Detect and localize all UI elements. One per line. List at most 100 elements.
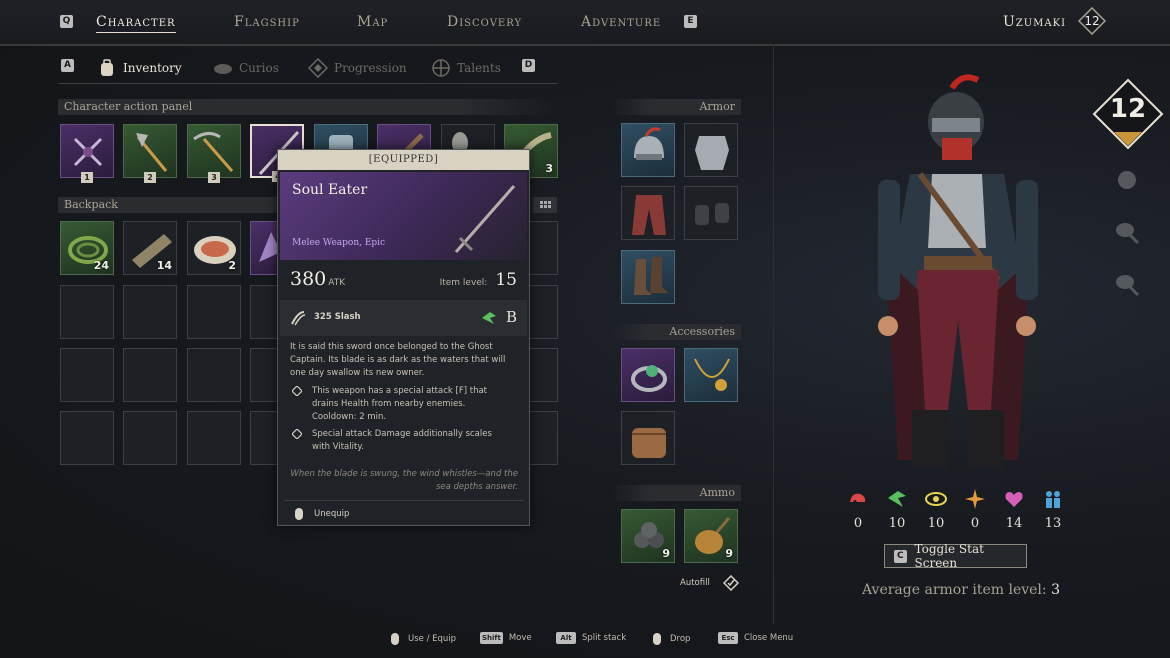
stat-strength-value: 0 [853,516,863,531]
accessory-slot-pouch[interactable] [621,411,675,465]
armor-slot-helmet[interactable] [621,123,675,177]
curios-icon [213,58,233,78]
tab-discovery[interactable]: Discovery [447,14,522,30]
average-armor-level: Average armor item level: 3 [862,582,1060,598]
backpack-slot[interactable] [60,285,114,339]
hint-close-menu: Esc Close Menu [718,632,793,644]
backpack-slot-2[interactable]: 14 [123,221,177,275]
next-tab-key[interactable]: E [684,15,697,28]
item-level-value: 15 [495,270,517,290]
character-model [878,74,1038,468]
hint-use-equip-label: Use / Equip [408,634,457,644]
backpack-slot[interactable] [60,411,114,465]
player-level-badge: 12 [1077,6,1107,36]
agility-icon [888,491,906,507]
action-slot-1[interactable]: 1 [60,124,114,183]
backpack-slot[interactable] [187,411,241,465]
boots-icon [634,257,668,295]
tooltip-banner: Soul Eater Melee Weapon, Epic [280,172,527,260]
esc-key[interactable]: Esc [718,632,738,644]
armor-slot-gloves[interactable] [684,186,738,240]
action-panel-title: Character action panel [58,99,558,115]
action-slot-3[interactable]: 3 [187,124,241,183]
gloves-icon [695,203,729,225]
necklace-icon [694,358,730,391]
tab-adventure[interactable]: Adventure [581,14,661,30]
tab-map[interactable]: Map [357,14,388,30]
grid-icon [540,201,551,208]
tab-flagship[interactable]: Flagship [234,14,300,30]
mouse-icon [295,508,303,520]
armor-slot-boots[interactable] [621,250,675,304]
sidebar-slot-1[interactable] [1112,165,1142,195]
item-name: Soul Eater [292,182,368,198]
crossbow-icon [73,137,103,167]
backpack-slot-1[interactable]: 24 [60,221,114,275]
tab-character[interactable]: Character [96,14,176,33]
mouse-icon [391,633,399,645]
hotkey-3: 3 [208,172,220,183]
stat-agility-value: 10 [888,516,906,531]
agility-icon [482,312,496,324]
crew-icon [1046,491,1060,508]
sparkle-icon [965,489,985,509]
talents-icon [431,58,451,78]
backpack-icon [97,58,117,78]
toggle-stat-screen-button[interactable]: C Toggle Stat Screen [884,542,1027,570]
hint-split-stack: Alt Split stack [556,632,626,644]
armor-slot-chest[interactable] [684,123,738,177]
subtab-curios[interactable]: Curios [213,58,279,78]
stat-crew-value: 13 [1044,516,1062,531]
grid-view-button[interactable] [533,197,557,213]
chest-armor-icon [695,136,729,170]
alt-key: Alt [556,632,576,644]
stat-sparkle-value: 0 [970,516,980,531]
ammo-slot-1[interactable]: 9 [621,509,675,563]
special-attack-bullet: This weapon has a special attack [F] tha… [312,386,488,422]
next-subtab-key[interactable]: D [522,59,535,72]
accessory-slot-necklace[interactable] [684,348,738,402]
strength-icon [850,493,866,502]
backpack-slot-3[interactable]: 2 [187,221,241,275]
subtab-inventory[interactable]: Inventory [97,58,182,78]
ammo-slot-2[interactable]: 9 [684,509,738,563]
backpack-slot[interactable] [187,348,241,402]
sidebar-slot-2[interactable] [1112,217,1142,247]
subtab-progression-label: Progression [334,61,407,75]
backpack-slot[interactable] [60,348,114,402]
item-count: 9 [662,547,670,560]
scaling-bullet: Special attack Damage additionally scale… [312,429,492,452]
accessory-slot-ring[interactable] [621,348,675,402]
slash-icon [291,311,306,326]
avg-armor-label: Average armor item level: [862,582,1047,598]
action-slot-2[interactable]: 2 [123,124,177,183]
panel-divider [773,44,774,624]
attack-label: ATK [328,278,346,288]
pants-icon [632,195,666,235]
backpack-slot[interactable] [123,285,177,339]
hint-move: Shift Move [480,632,532,644]
subtab-talents[interactable]: Talents [431,58,501,78]
prev-subtab-key[interactable]: A [61,59,74,72]
character-level: 12 [1109,94,1147,124]
subnav-divider [58,83,558,84]
backpack-slot[interactable] [123,348,177,402]
subtab-progression[interactable]: Progression [307,57,407,79]
hint-split-stack-label: Split stack [582,633,627,643]
item-description: It is said this sword once belonged to t… [290,342,506,378]
unequip-button[interactable]: Unequip [314,509,349,519]
backpack-slot[interactable] [187,285,241,339]
tooltip-equipped-header: [EQUIPPED] [278,150,529,170]
ring-icon [631,365,667,392]
prev-tab-key[interactable]: Q [60,15,73,28]
sidebar-slot-3[interactable] [1112,269,1142,299]
armor-slot-legs[interactable] [621,186,675,240]
autofill-toggle-icon[interactable] [723,575,739,591]
item-level: Item level: 15 [440,270,517,290]
subtab-curios-label: Curios [239,61,279,75]
subtab-talents-label: Talents [457,61,501,75]
armor-title: Armor [612,99,741,115]
backpack-slot[interactable] [123,411,177,465]
pickaxe-icon [193,132,234,172]
avg-armor-value: 3 [1051,582,1060,598]
